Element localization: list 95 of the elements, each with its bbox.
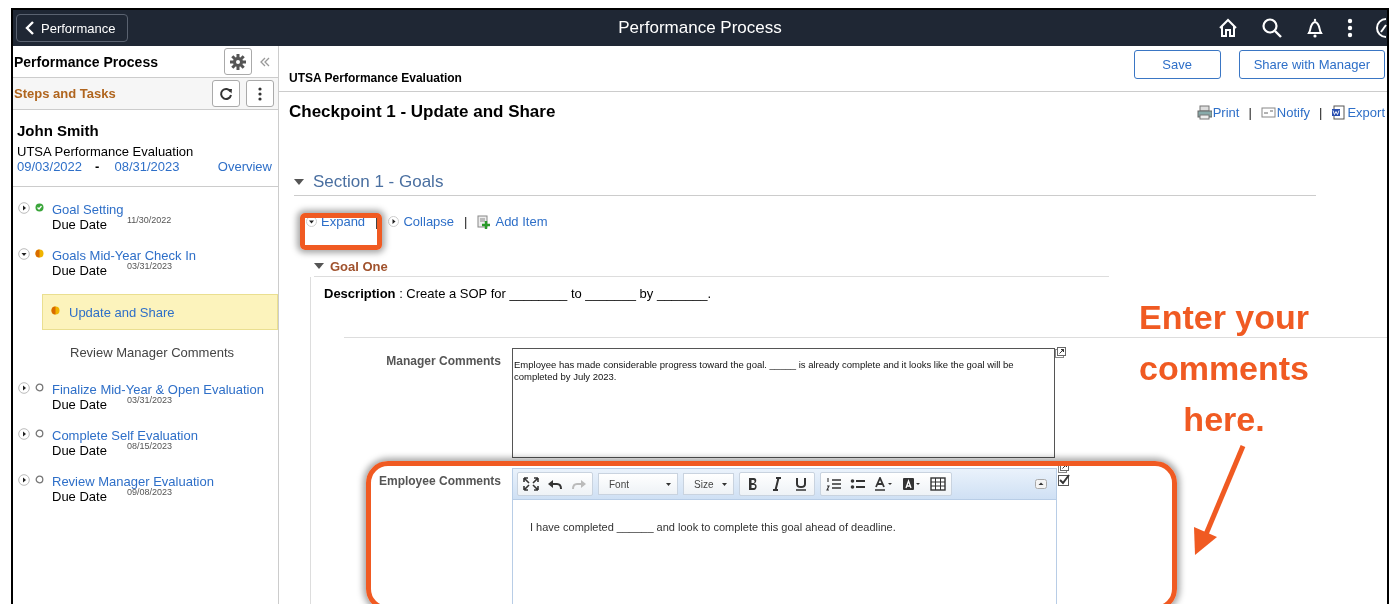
home-icon[interactable] <box>1217 17 1239 39</box>
due-date: 11/30/2022 <box>127 215 172 225</box>
due-date: 03/31/2023 <box>127 395 173 405</box>
numbered-list-icon[interactable] <box>826 477 842 491</box>
toolbar-link[interactable]: Print <box>1196 105 1240 120</box>
step-link[interactable]: Finalize Mid-Year & Open Evaluation <box>52 382 264 397</box>
document-title: UTSA Performance Evaluation <box>289 71 462 85</box>
task-link[interactable]: Update and Share <box>69 304 175 320</box>
fullscreen-icon[interactable] <box>523 477 539 491</box>
due-date-label: Due Date <box>52 217 107 232</box>
table-icon[interactable] <box>930 477 946 491</box>
section-link[interactable]: Add Item <box>477 214 548 229</box>
add-icon <box>477 214 492 229</box>
field-label: Manager Comments <box>386 354 501 368</box>
field-label: Employee Comments <box>378 474 501 488</box>
envelope-icon <box>1260 105 1276 120</box>
more-icon[interactable] <box>1347 18 1353 38</box>
circle-icon <box>35 429 44 438</box>
document-icon <box>1331 105 1347 120</box>
underline-icon[interactable] <box>793 477 809 491</box>
section-title: Section 1 - Goals <box>313 172 444 192</box>
settings-icon <box>230 53 246 70</box>
refresh-icon <box>219 86 233 101</box>
step-link[interactable]: Goals Mid-Year Check In <box>52 248 197 263</box>
toggle-icon[interactable] <box>18 427 30 440</box>
settings-button[interactable] <box>224 48 252 75</box>
action-button[interactable]: Share with Manager <box>1238 50 1385 79</box>
action-button[interactable]: Save <box>1133 50 1221 79</box>
due-date-label: Due Date <box>52 443 107 458</box>
text-color-icon[interactable] <box>874 477 894 491</box>
toolbar-link[interactable]: Notify <box>1260 105 1311 120</box>
goal-description: Description : Create a SOP for ________ to _______ by _______. <box>323 285 713 303</box>
window-title: Performance Process <box>618 18 782 38</box>
goal-title: Goal One <box>330 259 388 274</box>
employee-comments-text: I have completed ______ and look to complete this goal ahead of deadline. <box>529 520 897 535</box>
check-circle-icon <box>35 203 44 212</box>
page-title: Checkpoint 1 - Update and Share <box>289 102 557 122</box>
toggle-icon[interactable] <box>18 201 30 214</box>
caret-icon <box>666 482 671 486</box>
expand-icon <box>306 216 317 227</box>
selected-task[interactable]: Update and Share <box>42 294 278 330</box>
chevron-left-icon <box>25 21 35 35</box>
date-separator: - <box>95 159 100 174</box>
refresh-button[interactable] <box>212 80 240 107</box>
separator: | <box>1248 105 1252 120</box>
end-date: 08/31/2023 <box>114 159 180 174</box>
undo-icon[interactable] <box>547 477 563 491</box>
step-link[interactable]: Complete Self Evaluation <box>52 428 198 443</box>
task-link[interactable]: Review Manager Comments <box>70 344 234 360</box>
section-link[interactable]: Collapse <box>388 214 455 229</box>
printer-icon <box>1196 105 1212 120</box>
document-name: UTSA Performance Evaluation <box>17 144 195 159</box>
collapse-icon <box>388 216 400 227</box>
bulleted-list-icon[interactable] <box>850 477 866 491</box>
sidebar-subtitle: Steps and Tasks <box>14 86 116 101</box>
due-date-label: Due Date <box>52 397 107 412</box>
person-name: John Smith <box>17 122 100 139</box>
toolbar-link[interactable]: Export <box>1331 105 1385 120</box>
step-link[interactable]: Review Manager Evaluation <box>52 474 214 489</box>
size-dropdown[interactable]: Size <box>683 473 734 495</box>
toggle-icon[interactable] <box>18 473 30 486</box>
step-link[interactable]: Goal Setting <box>52 202 124 217</box>
circle-icon <box>35 475 44 484</box>
back-button[interactable]: Performance <box>16 14 129 42</box>
popout-icon[interactable] <box>1055 347 1066 358</box>
separator: | <box>464 214 468 229</box>
manager-comments-field: Employee has made considerable progress toward the goal. _____ is already complete and it looks like the goal will be completed by July 2023. <box>512 348 1055 458</box>
triangle-down-icon[interactable] <box>314 263 324 270</box>
toggle-icon[interactable] <box>18 381 30 394</box>
half-circle-icon <box>35 249 44 258</box>
spellcheck-icon[interactable] <box>1058 474 1070 486</box>
font-dropdown[interactable]: Font <box>598 473 678 495</box>
half-circle-icon <box>51 305 60 315</box>
circle-icon <box>35 383 44 392</box>
overview-link[interactable]: Overview <box>217 159 272 174</box>
collapse-icon[interactable] <box>260 56 270 67</box>
separator: | <box>1319 105 1323 120</box>
triangle-down-icon[interactable] <box>294 178 304 186</box>
due-date-label: Due Date <box>52 263 107 278</box>
collapse-toolbar-icon[interactable] <box>1035 479 1047 489</box>
callout-text: Enter your comments here. <box>1137 297 1311 440</box>
start-date: 09/03/2022 <box>17 159 83 174</box>
due-date-label: Due Date <box>52 489 107 504</box>
caret-icon <box>722 482 727 486</box>
sidebar-title: Performance Process <box>14 53 159 70</box>
background-color-icon[interactable] <box>902 477 922 491</box>
due-date: 09/08/2023 <box>127 487 173 497</box>
due-date: 03/31/2023 <box>127 261 173 271</box>
toggle-icon[interactable] <box>18 247 30 260</box>
search-icon[interactable] <box>1261 17 1283 39</box>
rich-text-editor[interactable]: Font Size I have completed ______ and look to complete this goal ahead of deadline. <box>512 468 1057 604</box>
more-icon <box>258 86 262 101</box>
due-date: 08/15/2023 <box>127 441 173 451</box>
compass-icon[interactable] <box>1375 17 1387 39</box>
bell-icon[interactable] <box>1305 17 1325 39</box>
